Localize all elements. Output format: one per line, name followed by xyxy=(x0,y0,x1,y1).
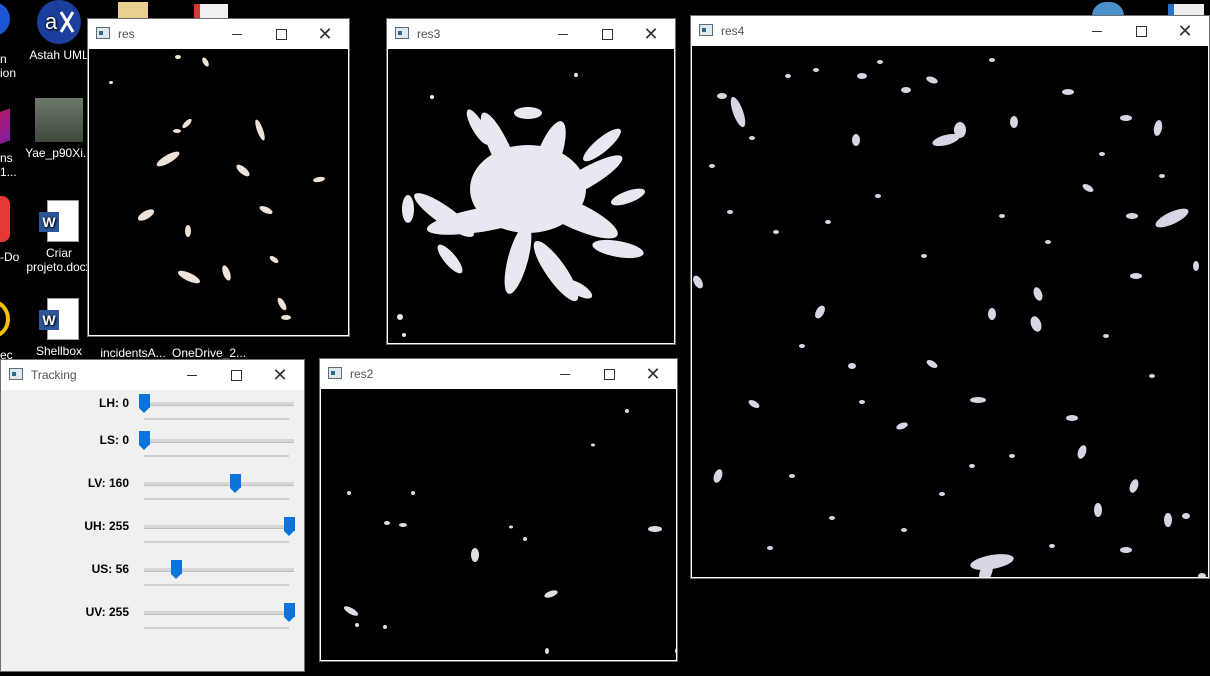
partial-icon-label: 1... xyxy=(0,165,17,179)
partial-app-icon[interactable] xyxy=(0,108,10,148)
title-bar[interactable]: res2 ✕ xyxy=(320,359,677,389)
trackbar-ticks xyxy=(144,541,289,543)
minimize-icon[interactable] xyxy=(1075,16,1119,46)
maximize-icon[interactable] xyxy=(587,359,631,389)
app-icon xyxy=(96,27,110,39)
desktop-icon-label: Astah UML xyxy=(29,48,89,62)
image-canvas xyxy=(321,389,676,660)
word-document-icon: W xyxy=(39,298,79,340)
maximize-icon[interactable] xyxy=(214,360,258,390)
image-canvas xyxy=(388,49,674,343)
app-icon xyxy=(699,24,713,36)
trackbar-label: LS: 0 xyxy=(99,433,129,447)
trackbar-thumb[interactable] xyxy=(139,431,150,450)
desktop-icon-label: Criar projeto.docx xyxy=(26,246,92,274)
window-res3[interactable]: res3 ✕ xyxy=(386,18,676,345)
partial-icon-label: -Do xyxy=(0,250,20,264)
trackbar-thumb[interactable] xyxy=(229,474,241,493)
partial-app-icon[interactable] xyxy=(0,196,10,242)
trackbar-track[interactable] xyxy=(144,482,294,486)
window-title: res3 xyxy=(417,27,441,41)
trackbar-track[interactable] xyxy=(144,402,294,406)
desktop-icon-label: Shellbox xyxy=(35,344,83,358)
desktop-icon-video[interactable]: Yae_p90Xi... xyxy=(22,98,96,160)
partial-icon-label: n xyxy=(0,52,7,66)
close-icon[interactable]: ✕ xyxy=(631,359,675,389)
word-document-icon: W xyxy=(39,200,79,242)
close-icon[interactable]: ✕ xyxy=(629,19,673,49)
trackbar-ticks xyxy=(144,418,289,420)
desktop-icon-incidents[interactable]: incidentsA... xyxy=(96,346,170,360)
minimize-icon[interactable] xyxy=(170,360,214,390)
desktop-icon-label: OneDrive_2... xyxy=(172,346,247,360)
astah-icon: a xyxy=(37,0,81,44)
trackbar-row: UH: 255 xyxy=(1,515,301,555)
trackbar-ticks xyxy=(144,627,289,629)
close-icon[interactable]: ✕ xyxy=(1163,16,1207,46)
desktop-icon-onedrive[interactable]: OneDrive_2... xyxy=(172,346,246,360)
svg-text:a: a xyxy=(45,9,58,34)
app-icon xyxy=(9,368,23,380)
app-icon xyxy=(328,367,342,379)
trackbar-track[interactable] xyxy=(144,568,294,572)
trackbar-ticks xyxy=(144,498,289,500)
trackbar-row: UV: 255 xyxy=(1,601,301,641)
window-tracking[interactable]: Tracking ✕ LH: 0 LS: 0 LV: 160 UH: 255 US: 5… xyxy=(0,359,305,672)
trackbar-track[interactable] xyxy=(144,611,294,615)
trackbar-thumb[interactable] xyxy=(284,603,295,622)
desktop-icon-word-shellbox[interactable]: W Shellbox xyxy=(22,298,96,358)
image-canvas xyxy=(692,46,1208,577)
trackbar-label: US: 56 xyxy=(91,562,129,576)
app-icon xyxy=(395,27,409,39)
window-res[interactable]: res ✕ xyxy=(87,18,350,337)
trackbar-row: LS: 0 xyxy=(1,429,301,469)
trackbar-track[interactable] xyxy=(144,525,294,529)
trackbar-thumb[interactable] xyxy=(170,560,182,579)
trackbar-row: LV: 160 xyxy=(1,472,301,512)
desktop-icon-label: incidentsA... xyxy=(100,346,166,360)
window-res2[interactable]: res2 ✕ xyxy=(319,358,678,662)
partial-app-icon[interactable] xyxy=(0,300,10,338)
trackbar-thumb[interactable] xyxy=(284,517,295,536)
maximize-icon[interactable] xyxy=(1119,16,1163,46)
video-thumbnail-icon xyxy=(35,98,83,142)
partial-app-icon[interactable] xyxy=(0,2,10,36)
close-icon[interactable]: ✕ xyxy=(303,19,347,49)
title-bar[interactable]: res3 ✕ xyxy=(387,19,675,49)
trackbar-thumb[interactable] xyxy=(139,394,150,413)
minimize-icon[interactable] xyxy=(543,359,587,389)
trackbar-track[interactable] xyxy=(144,439,294,443)
trackbar-label: LH: 0 xyxy=(99,396,129,410)
partial-icon-label: ns xyxy=(0,151,13,165)
trackbar-panel: LH: 0 LS: 0 LV: 160 UH: 255 US: 56 UV: 255 xyxy=(1,390,304,671)
title-bar[interactable]: res4 ✕ xyxy=(691,16,1209,46)
image-canvas xyxy=(89,49,348,335)
window-title: res2 xyxy=(350,367,374,381)
trackbar-row: LH: 0 xyxy=(1,392,301,432)
desktop-icon-word-criar[interactable]: W Criar projeto.docx xyxy=(22,200,96,274)
close-icon[interactable]: ✕ xyxy=(258,360,302,390)
window-title: res xyxy=(118,27,135,41)
desktop-icon-label: Yae_p90Xi... xyxy=(25,146,93,160)
minimize-icon[interactable] xyxy=(541,19,585,49)
window-title: Tracking xyxy=(31,368,77,382)
maximize-icon[interactable] xyxy=(585,19,629,49)
trackbar-ticks xyxy=(144,584,289,586)
network-icon[interactable] xyxy=(1092,2,1124,16)
trackbar-row: US: 56 xyxy=(1,558,301,598)
trackbar-ticks xyxy=(144,455,289,457)
trackbar-label: UH: 255 xyxy=(84,519,129,533)
window-res4[interactable]: res4 ✕ xyxy=(690,15,1210,579)
minimize-icon[interactable] xyxy=(215,19,259,49)
maximize-icon[interactable] xyxy=(259,19,303,49)
trackbar-label: UV: 255 xyxy=(85,605,129,619)
title-bar[interactable]: Tracking ✕ xyxy=(1,360,304,390)
trackbar-label: LV: 160 xyxy=(87,476,129,490)
title-bar[interactable]: res ✕ xyxy=(88,19,349,49)
window-title: res4 xyxy=(721,24,745,38)
partial-icon-label: ion xyxy=(0,66,17,80)
desktop-icon-astah[interactable]: a Astah UML xyxy=(22,0,96,62)
